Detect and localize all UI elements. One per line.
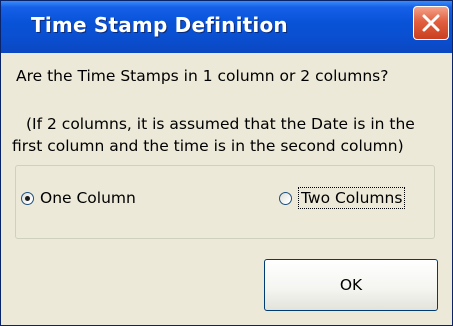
dialog-window: Time Stamp Definition Are the Time Stamp…	[0, 0, 453, 326]
radio-two-columns[interactable]: Two Columns	[279, 187, 406, 209]
radio-selected-icon[interactable]	[21, 191, 34, 205]
close-x-icon	[422, 14, 440, 32]
note-line-1: (If 2 columns, it is assumed that the Da…	[26, 115, 415, 133]
ok-button[interactable]: OK	[264, 259, 438, 311]
ok-button-label: OK	[339, 276, 363, 294]
title-bar[interactable]: Time Stamp Definition	[1, 1, 452, 53]
note-line-2: first column and the time is in the seco…	[12, 137, 404, 155]
radio-one-column-label[interactable]: One Column	[40, 189, 136, 207]
radio-one-column[interactable]: One Column	[21, 189, 136, 207]
radio-two-columns-label[interactable]: Two Columns	[298, 187, 406, 209]
note-text: (If 2 columns, it is assumed that the Da…	[12, 113, 444, 157]
close-button[interactable]	[413, 6, 449, 40]
dialog-title: Time Stamp Definition	[31, 13, 288, 37]
radio-unselected-icon[interactable]	[279, 191, 292, 205]
prompt-text: Are the Time Stamps in 1 column or 2 col…	[16, 67, 389, 85]
